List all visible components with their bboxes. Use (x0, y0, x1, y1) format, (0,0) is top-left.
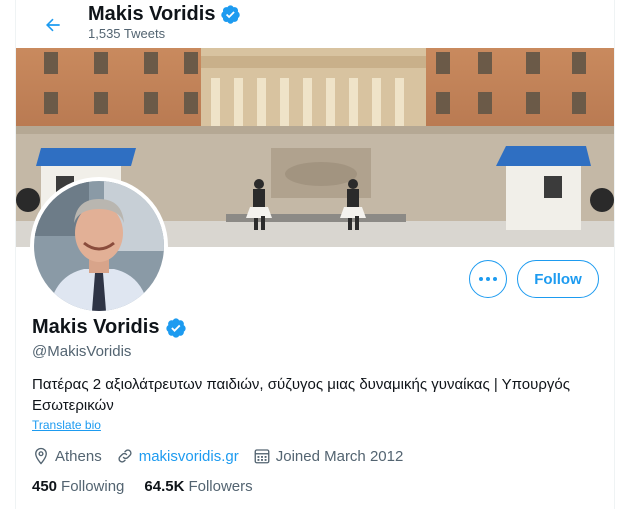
back-arrow-icon (46, 18, 60, 32)
header-tweet-count: 1,535 Tweets (88, 26, 166, 41)
location-text: Athens (55, 447, 102, 465)
back-button[interactable] (36, 8, 70, 42)
followers-count: 64.5K (144, 478, 185, 495)
verified-badge-icon (166, 317, 187, 338)
link-icon (118, 449, 132, 463)
profile-top-bar: Makis Voridis 1,535 Tweets (16, 0, 614, 48)
header-title: Makis Voridis (88, 3, 241, 26)
website-item[interactable]: makisvoridis.gr (116, 447, 239, 465)
followers-stat[interactable]: 64.5K Followers (144, 478, 252, 495)
joined-text: Joined March 2012 (275, 447, 404, 465)
profile-display-name: Makis Voridis (32, 316, 160, 338)
joined-item: Joined March 2012 (253, 447, 404, 465)
profile-meta: Athens makisvoridis.gr Joined March 2012 (32, 446, 417, 466)
location-item: Athens (32, 447, 102, 465)
more-dots-icon (479, 277, 497, 281)
website-link[interactable]: makisvoridis.gr (139, 448, 239, 465)
follow-button[interactable]: Follow (517, 260, 599, 298)
calendar-icon (254, 449, 270, 464)
followers-label: Followers (188, 478, 253, 495)
following-count: 450 (32, 478, 58, 495)
more-options-button[interactable] (469, 260, 507, 298)
profile-avatar[interactable] (30, 177, 168, 315)
location-pin-icon (35, 447, 47, 465)
header-name: Makis Voridis (88, 3, 216, 25)
profile-stats: 450 Following 64.5K Followers (32, 478, 273, 495)
verified-badge-icon (221, 5, 241, 24)
column-border-right (614, 0, 615, 509)
profile-handle: @MakisVoridis (32, 343, 132, 360)
profile-name: Makis Voridis (32, 316, 187, 339)
following-label: Following (61, 478, 125, 495)
following-stat[interactable]: 450 Following (32, 478, 124, 495)
profile-bio: Πατέρας 2 αξιολάτρευτων παιδιών, σύζυγος… (32, 376, 570, 414)
translate-bio-link[interactable]: Translate bio (32, 418, 101, 432)
